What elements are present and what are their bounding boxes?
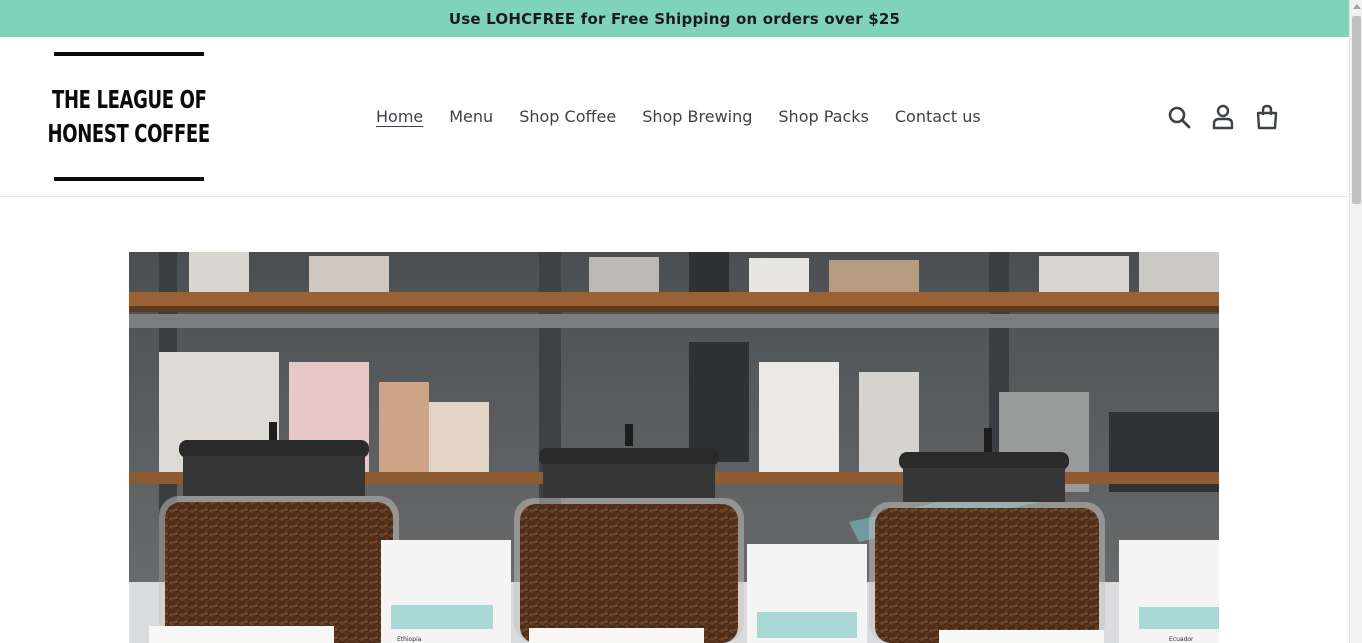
announcement-text: Use LOHCFREE for Free Shipping on orders… <box>448 9 901 28</box>
nav-item-shop-coffee[interactable]: Shop Coffee <box>519 105 616 129</box>
bag-label-ecuador: Ecuador <box>1169 636 1194 643</box>
cart-icon[interactable] <box>1253 103 1281 131</box>
coffee-jars-photo: Ethiopia Ecuador <box>129 252 1219 643</box>
nav-item-contact-us[interactable]: Contact us <box>895 105 981 129</box>
logo-line-1: THE LEAGUE OF <box>51 84 207 114</box>
announcement-bar: Use LOHCFREE for Free Shipping on orders… <box>0 0 1349 37</box>
scroll-thumb[interactable] <box>1352 16 1361 204</box>
bag-label-ethiopia: Ethiopia <box>397 636 422 643</box>
search-icon[interactable] <box>1165 103 1193 131</box>
header-icons <box>1165 103 1281 131</box>
scroll-up-arrow[interactable] <box>1353 4 1361 9</box>
nav-item-shop-packs[interactable]: Shop Packs <box>778 105 868 129</box>
store-logo[interactable]: THE LEAGUE OF HONEST COFFEE <box>48 52 210 181</box>
page-scrollbar[interactable] <box>1349 0 1362 643</box>
logo-line-2: HONEST COFFEE <box>47 118 211 148</box>
nav-item-shop-brewing[interactable]: Shop Brewing <box>642 105 752 129</box>
nav-item-menu[interactable]: Menu <box>449 105 493 129</box>
site-header: THE LEAGUE OF HONEST COFFEE Home Menu Sh… <box>0 37 1349 197</box>
account-icon[interactable] <box>1209 103 1237 131</box>
hero-image: Ethiopia Ecuador <box>129 252 1219 643</box>
nav-item-home[interactable]: Home <box>376 105 423 129</box>
